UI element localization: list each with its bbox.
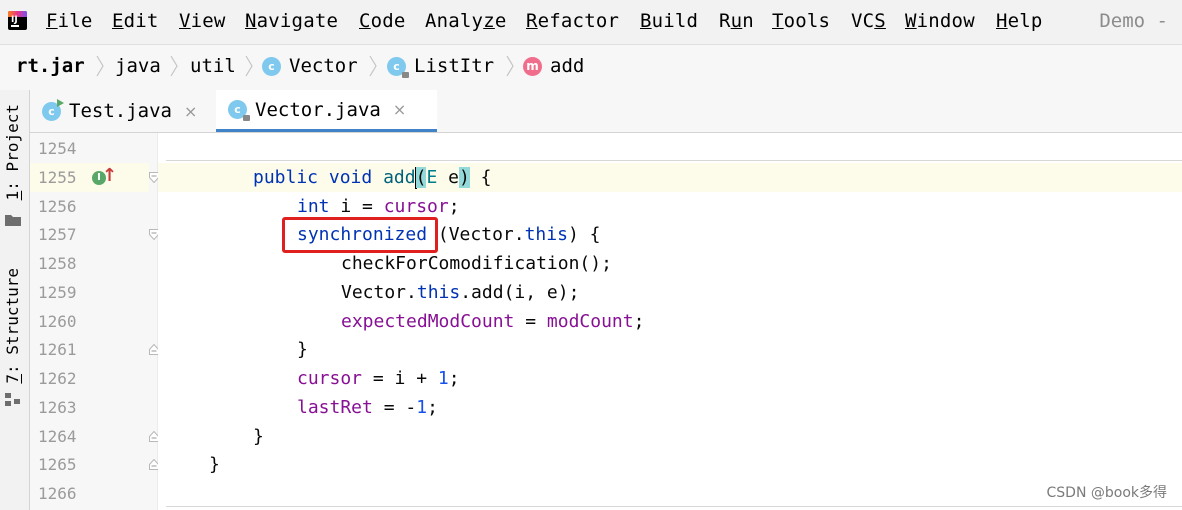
line-number: 1254 <box>38 139 77 158</box>
method-separator <box>166 506 1182 507</box>
menu-refactor[interactable]: Refactor <box>526 10 619 32</box>
method-icon: m <box>523 56 542 76</box>
breadcrumb-java[interactable]: java <box>115 55 161 77</box>
tool-window-stripe: 1: Project 7: Structure <box>0 90 30 510</box>
class-icon: c <box>228 100 250 121</box>
line-number: 1263 <box>38 398 77 417</box>
breadcrumb: rt.jar java util c Vector c ListItr m add <box>0 44 1182 91</box>
project-tool-tab[interactable]: 1: Project <box>3 104 22 200</box>
chevron-right-icon <box>245 55 253 77</box>
inner-class-icon: c <box>387 56 409 78</box>
chevron-right-icon <box>506 55 514 77</box>
line-number: 1259 <box>38 283 77 302</box>
menu-navigate[interactable]: Navigate <box>245 10 338 32</box>
menu-tools[interactable]: Tools <box>772 10 830 32</box>
breadcrumb-add-label: add <box>550 55 585 77</box>
project-title: Demo - <box>1099 10 1168 32</box>
chevron-right-icon <box>96 55 104 77</box>
line-number: 1260 <box>38 312 77 331</box>
menu-vcs[interactable]: VCS <box>851 10 886 32</box>
class-icon: c <box>42 98 64 121</box>
chevron-right-icon <box>369 55 377 77</box>
code-line-1264: } <box>253 426 264 447</box>
menu-run[interactable]: Run <box>719 10 754 32</box>
code-line-1263: lastRet = -1; <box>297 397 438 418</box>
code-line-1259: Vector.this.add(i, e); <box>341 282 580 303</box>
menu-analyze[interactable]: Analyze <box>425 10 506 32</box>
class-icon: c <box>262 56 281 76</box>
method-separator <box>166 160 1182 161</box>
code-line-1262: cursor = i + 1; <box>297 368 460 389</box>
structure-icon <box>5 393 20 406</box>
menu-help[interactable]: Help <box>996 10 1043 32</box>
menu-code[interactable]: Code <box>359 10 406 32</box>
line-number: 1262 <box>38 369 77 388</box>
highlight-annotation-box <box>282 217 438 253</box>
chevron-right-icon <box>170 55 178 77</box>
close-icon[interactable]: × <box>184 102 197 121</box>
folder-icon <box>5 215 21 226</box>
breadcrumb-listitr-label: ListItr <box>414 55 495 77</box>
tab-test-java[interactable]: c Test.java × <box>42 90 218 132</box>
menu-file[interactable]: File <box>46 10 93 32</box>
line-number: 1261 <box>38 340 77 359</box>
code-line-1265: } <box>209 454 220 475</box>
line-number: 1264 <box>38 427 77 446</box>
line-number: 1265 <box>38 455 77 474</box>
code-line-1261: } <box>297 339 308 360</box>
line-number: 1256 <box>38 197 77 216</box>
editor-gutter: 1254 1255 1256 1257 1258 1259 1260 1261 … <box>30 133 159 510</box>
tab-label: Vector.java <box>255 98 381 121</box>
intellij-logo-icon: IJ <box>8 11 27 30</box>
menu-build[interactable]: Build <box>640 10 698 32</box>
tab-vector-java[interactable]: c Vector.java × <box>216 90 437 132</box>
breadcrumb-add[interactable]: m add <box>523 55 584 77</box>
line-number: 1258 <box>38 254 77 273</box>
breadcrumb-vector-label: Vector <box>289 55 358 77</box>
code-editor[interactable]: public void add(E e) { int i = cursor; s… <box>158 133 1182 510</box>
breadcrumb-util[interactable]: util <box>190 55 236 77</box>
watermark: CSDN @book多得 <box>1046 485 1168 501</box>
close-icon[interactable]: × <box>393 100 406 119</box>
menu-edit[interactable]: Edit <box>112 10 159 32</box>
line-number: 1255 <box>30 163 149 192</box>
structure-tool-tab[interactable]: 7: Structure <box>3 268 22 384</box>
breadcrumb-vector[interactable]: c Vector <box>262 55 358 77</box>
code-line-1255: public void add(E e) { <box>253 167 492 189</box>
breadcrumb-listitr[interactable]: c ListItr <box>387 55 495 78</box>
tab-label: Test.java <box>69 100 172 122</box>
menu-bar: IJ File Edit View Navigate Code Analyze … <box>0 0 1182 44</box>
line-number: 1266 <box>38 484 77 503</box>
breadcrumb-jar[interactable]: rt.jar <box>16 55 85 77</box>
override-arrow-icon[interactable]: ↑ <box>102 165 117 186</box>
code-line-1258: checkForComodification(); <box>341 253 612 274</box>
line-number: 1257 <box>38 225 77 244</box>
code-line-1260: expectedModCount = modCount; <box>341 311 645 332</box>
editor-tabs: c Test.java × c Vector.java × <box>30 90 1182 133</box>
menu-view[interactable]: View <box>179 10 226 32</box>
menu-window[interactable]: Window <box>905 10 975 32</box>
